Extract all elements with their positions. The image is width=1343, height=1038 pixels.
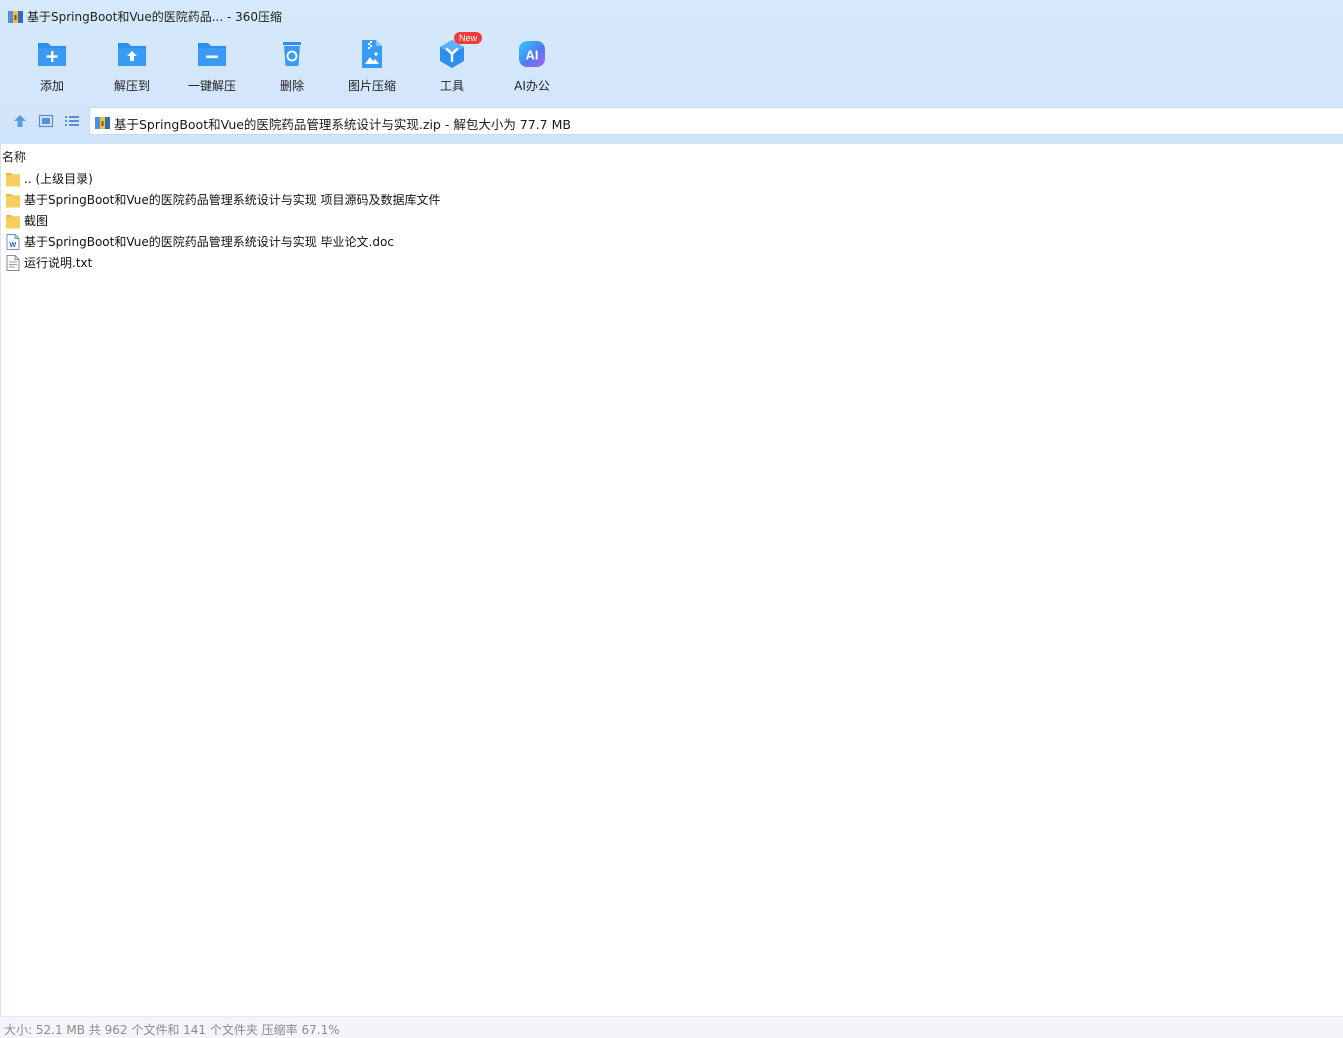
tools-button[interactable]: New 工具 xyxy=(412,32,492,100)
folder-icon xyxy=(6,193,20,207)
word-doc-icon: W xyxy=(6,233,20,250)
add-folder-icon xyxy=(38,43,66,66)
svg-text:AI: AI xyxy=(526,48,539,63)
quick-extract-icon xyxy=(198,43,226,66)
text-file-icon xyxy=(6,254,20,271)
ai-office-icon: AI xyxy=(519,41,545,67)
list-view-icon[interactable] xyxy=(64,113,80,129)
address-path: 基于SpringBoot和Vue的医院药品管理系统设计与实现.zip - 解包大… xyxy=(114,117,571,132)
header: 基于SpringBoot和Vue的医院药品... - 360压缩 添加 解压到 … xyxy=(0,0,1343,144)
ai-office-label: AI办公 xyxy=(514,79,550,93)
image-compress-label: 图片压缩 xyxy=(347,79,396,93)
up-arrow-icon[interactable] xyxy=(12,113,28,129)
file-list: 名称 .. (上级目录) 基于SpringBoot和Vue的医院药品管理系统设计… xyxy=(0,144,1343,1016)
thumbnail-view-icon[interactable] xyxy=(38,113,54,129)
ai-office-button[interactable]: AI AI办公 xyxy=(492,38,572,100)
extract-to-icon xyxy=(118,43,146,66)
tools-label: 工具 xyxy=(439,79,464,93)
recycle-bin-icon xyxy=(283,42,301,66)
svg-text:W: W xyxy=(9,242,16,249)
list-item-name: 截图 xyxy=(24,214,49,228)
status-text: 大小: 52.1 MB 共 962 个文件和 141 个文件夹 压缩率 67.1… xyxy=(4,1023,340,1037)
quick-extract-label: 一键解压 xyxy=(187,79,236,93)
folder-icon xyxy=(6,214,20,228)
column-header-name[interactable]: 名称 xyxy=(2,148,26,165)
list-item-name: .. (上级目录) xyxy=(24,172,93,186)
extract-to-label: 解压到 xyxy=(113,79,150,93)
address-bar[interactable]: 基于SpringBoot和Vue的医院药品管理系统设计与实现.zip - 解包大… xyxy=(89,107,1343,135)
toolbar: 添加 解压到 一键解压 删除 图片压缩 New 工具 AI AI办公 xyxy=(12,32,572,100)
status-bar: 大小: 52.1 MB 共 962 个文件和 141 个文件夹 压缩率 67.1… xyxy=(0,1016,1343,1038)
list-item-name: 运行说明.txt xyxy=(24,256,93,270)
quick-extract-button[interactable]: 一键解压 xyxy=(172,38,252,100)
delete-button[interactable]: 删除 xyxy=(252,38,332,100)
new-badge: New xyxy=(454,32,483,44)
title-bar: 基于SpringBoot和Vue的医院药品... - 360压缩 xyxy=(0,0,1343,32)
list-item-name: 基于SpringBoot和Vue的医院药品管理系统设计与实现 项目源码及数据库文… xyxy=(24,193,441,207)
archive-app-icon xyxy=(8,11,23,23)
app-window: 基于SpringBoot和Vue的医院药品... - 360压缩 添加 解压到 … xyxy=(0,0,1343,1038)
image-compress-icon xyxy=(362,40,382,68)
delete-label: 删除 xyxy=(279,79,304,93)
add-label: 添加 xyxy=(39,79,64,93)
list-item[interactable]: 运行说明.txt xyxy=(6,252,441,273)
list-item[interactable]: W 基于SpringBoot和Vue的医院药品管理系统设计与实现 毕业论文.do… xyxy=(6,231,441,252)
zip-file-icon xyxy=(95,117,110,129)
navigation-bar: 基于SpringBoot和Vue的医院药品管理系统设计与实现.zip - 解包大… xyxy=(0,106,1343,136)
list-item[interactable]: 截图 xyxy=(6,210,441,231)
list-item-name: 基于SpringBoot和Vue的医院药品管理系统设计与实现 毕业论文.doc xyxy=(24,235,394,249)
list-item[interactable]: 基于SpringBoot和Vue的医院药品管理系统设计与实现 项目源码及数据库文… xyxy=(6,189,441,210)
image-compress-button[interactable]: 图片压缩 xyxy=(332,38,412,100)
folder-icon xyxy=(6,172,20,186)
window-title: 基于SpringBoot和Vue的医院药品... - 360压缩 xyxy=(27,10,283,24)
extract-to-button[interactable]: 解压到 xyxy=(92,38,172,100)
file-rows: .. (上级目录) 基于SpringBoot和Vue的医院药品管理系统设计与实现… xyxy=(6,168,441,273)
add-button[interactable]: 添加 xyxy=(12,38,92,100)
list-item[interactable]: .. (上级目录) xyxy=(6,168,441,189)
